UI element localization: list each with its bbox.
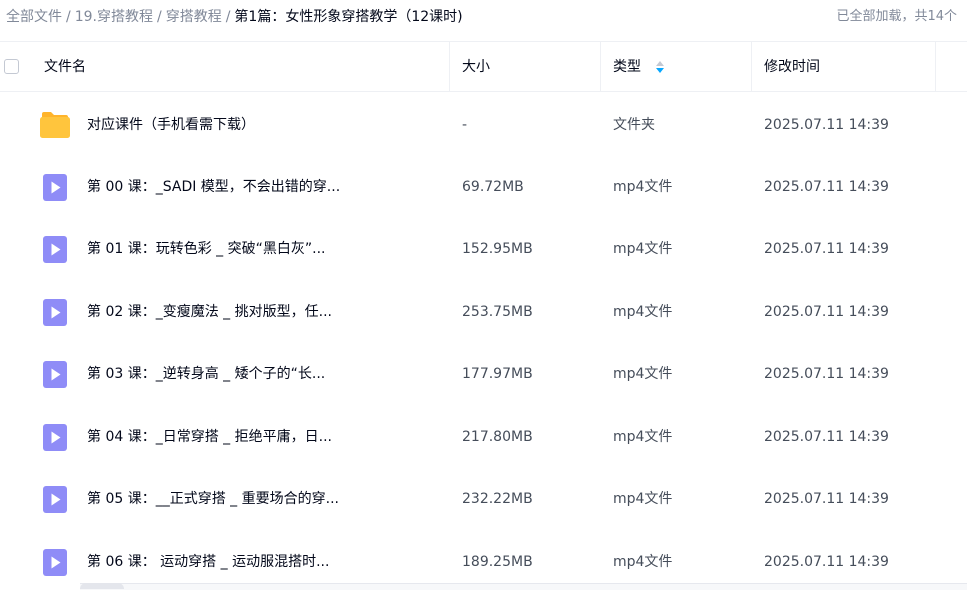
breadcrumb-item-current: 第1篇：女性形象穿搭教学（12课时) <box>234 9 463 25</box>
file-name[interactable]: 第 03 课：_逆转身高 _ 矮个子的“长... <box>87 343 325 405</box>
table-row[interactable]: 第 04 课：_日常穿搭 _ 拒绝平庸，日... 217.80MB mp4文件 … <box>0 406 967 468</box>
file-size: 177.97MB <box>462 366 533 382</box>
select-all-checkbox[interactable] <box>4 59 19 74</box>
file-modified-time: 2025.07.11 14:39 <box>764 429 889 445</box>
file-name[interactable]: 第 00 课：_SADI 模型，不会出错的穿... <box>87 156 340 218</box>
column-divider[interactable] <box>600 42 601 92</box>
file-modified-time: 2025.07.11 14:39 <box>764 491 889 507</box>
file-type: mp4文件 <box>613 366 673 382</box>
video-file-icon <box>43 236 67 263</box>
video-file-icon <box>43 174 67 201</box>
video-file-icon <box>43 486 67 513</box>
bottom-panel-handle[interactable] <box>80 583 124 589</box>
file-size: 217.80MB <box>462 429 533 445</box>
file-name[interactable]: 第 02 课：_变瘦魔法 _ 挑对版型，任... <box>87 281 332 343</box>
file-type: mp4文件 <box>613 304 673 320</box>
table-row[interactable]: 第 00 课：_SADI 模型，不会出错的穿... 69.72MB mp4文件 … <box>0 156 967 218</box>
file-name[interactable]: 对应课件（手机看需下载） <box>87 94 255 156</box>
folder-icon <box>40 112 70 138</box>
video-file-icon <box>43 299 67 326</box>
file-size: 232.22MB <box>462 491 533 507</box>
column-header-name[interactable]: 文件名 <box>44 42 86 92</box>
breadcrumb-item-all-files[interactable]: 全部文件 <box>6 9 62 25</box>
column-divider[interactable] <box>449 42 450 92</box>
column-header-size[interactable]: 大小 <box>462 42 490 92</box>
column-header-modified[interactable]: 修改时间 <box>764 42 820 92</box>
column-divider[interactable] <box>935 42 936 92</box>
file-type: 文件夹 <box>613 117 655 133</box>
breadcrumb-item-outfit-tutorial[interactable]: 穿搭教程 <box>166 9 222 25</box>
file-modified-time: 2025.07.11 14:39 <box>764 366 889 382</box>
file-size: 69.72MB <box>462 179 524 195</box>
table-row[interactable]: 第 02 课：_变瘦魔法 _ 挑对版型，任... 253.75MB mp4文件 … <box>0 281 967 343</box>
file-size: 253.75MB <box>462 304 533 320</box>
file-name[interactable]: 第 04 课：_日常穿搭 _ 拒绝平庸，日... <box>87 406 332 468</box>
file-modified-time: 2025.07.11 14:39 <box>764 117 889 133</box>
table-row[interactable]: 对应课件（手机看需下载） - 文件夹 2025.07.11 14:39 <box>0 94 967 156</box>
top-bar: 全部文件/19.穿搭教程 / 穿搭教程 / 第1篇：女性形象穿搭教学（12课时) 已全部… <box>0 0 967 34</box>
breadcrumb-separator: / <box>156 9 162 25</box>
sort-arrows-icon[interactable] <box>655 59 665 75</box>
file-type: mp4文件 <box>613 491 673 507</box>
file-size: 152.95MB <box>462 241 533 257</box>
video-file-icon <box>43 549 67 576</box>
column-header-type[interactable]: 类型 <box>613 42 641 92</box>
table-row[interactable]: 第 01 课：玩转色彩 _ 突破“黑白灰”... 152.95MB mp4文件 … <box>0 218 967 280</box>
file-modified-time: 2025.07.11 14:39 <box>764 241 889 257</box>
file-modified-time: 2025.07.11 14:39 <box>764 179 889 195</box>
breadcrumb-separator: / <box>66 9 71 25</box>
file-type: mp4文件 <box>613 429 673 445</box>
breadcrumb: 全部文件/19.穿搭教程 / 穿搭教程 / 第1篇：女性形象穿搭教学（12课时) <box>6 7 463 27</box>
table-row[interactable]: 第 05 课：__正式穿搭 _ 重要场合的穿... 232.22MB mp4文件… <box>0 468 967 530</box>
file-name[interactable]: 第 05 课：__正式穿搭 _ 重要场合的穿... <box>87 468 339 530</box>
column-divider[interactable] <box>751 42 752 92</box>
video-file-icon <box>43 424 67 451</box>
loaded-status: 已全部加载，共14个 <box>836 9 957 24</box>
file-type: mp4文件 <box>613 179 673 195</box>
table-header: 文件名 大小 类型 修改时间 <box>0 41 967 92</box>
file-name[interactable]: 第 01 课：玩转色彩 _ 突破“黑白灰”... <box>87 218 325 280</box>
breadcrumb-separator: / <box>225 9 231 25</box>
video-file-icon <box>43 361 67 388</box>
file-type: mp4文件 <box>613 241 673 257</box>
breadcrumb-item-outfit-course[interactable]: 19.穿搭教程 <box>75 9 153 25</box>
file-modified-time: 2025.07.11 14:39 <box>764 304 889 320</box>
file-size: - <box>462 117 468 133</box>
table-row[interactable]: 第 03 课：_逆转身高 _ 矮个子的“长... 177.97MB mp4文件 … <box>0 343 967 405</box>
